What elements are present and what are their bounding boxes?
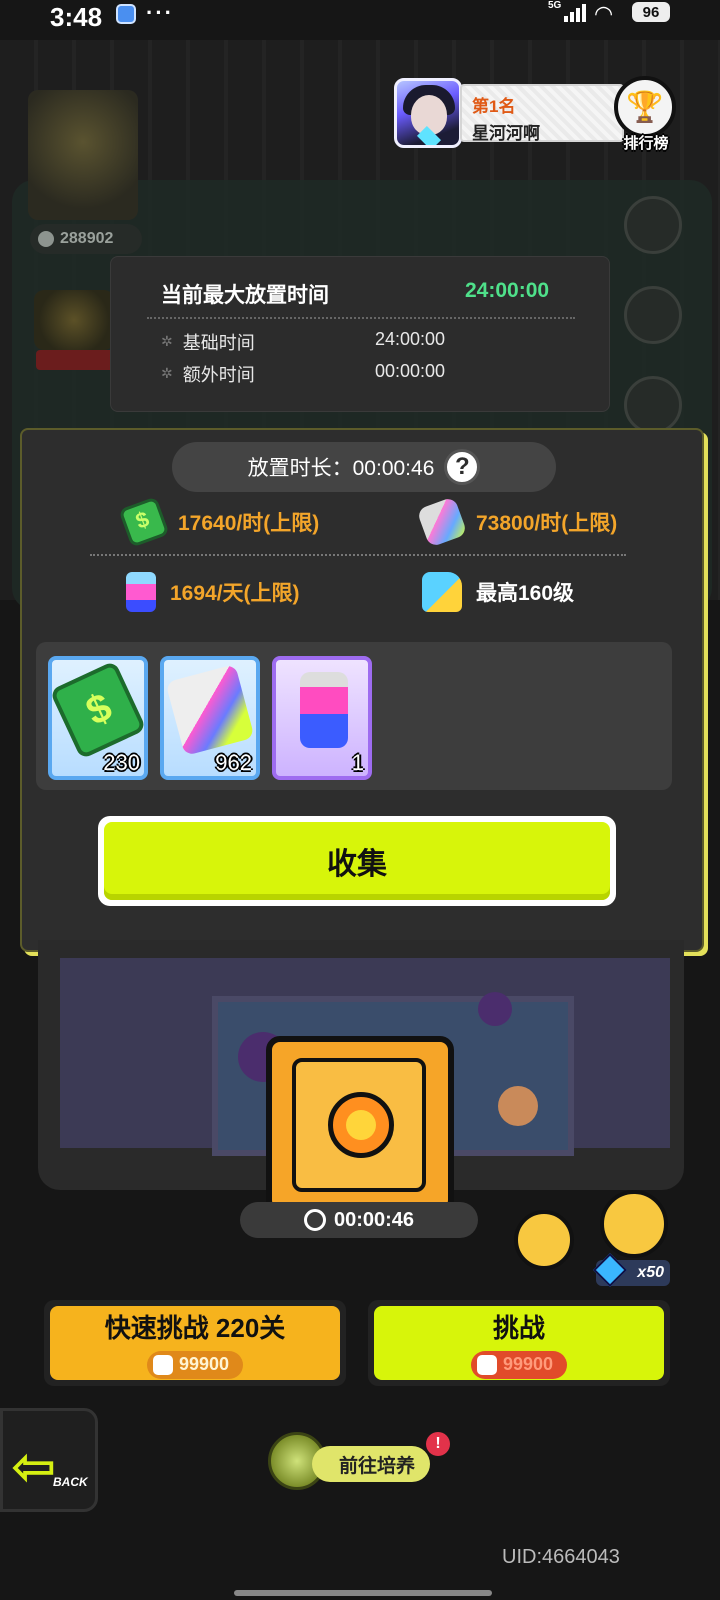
safe-door — [292, 1058, 426, 1192]
paint-rate-row: 73800/时(上限) — [416, 496, 618, 548]
signal-icon — [556, 4, 586, 22]
idle-reward-safe[interactable] — [266, 1036, 454, 1214]
spray-rate-row: 1694/天(上限) — [126, 572, 300, 612]
paint-tube-icon — [416, 496, 468, 548]
go-cultivate-label: 前往培养 — [312, 1446, 430, 1482]
base-time-row: ✲ 基础时间 — [161, 329, 255, 355]
top-player-avatar — [394, 78, 462, 148]
challenge-cost-value: 99900 — [502, 1354, 554, 1374]
fist-icon — [152, 1354, 173, 1375]
item-count: 230 — [103, 750, 140, 775]
reward-item-spray[interactable]: 1 — [272, 656, 372, 780]
help-icon[interactable]: ? — [444, 449, 481, 485]
reward-items-list: 230 962 1 — [36, 642, 672, 790]
level-cap: 最高160级 — [476, 582, 575, 605]
cash-icon — [52, 660, 144, 760]
challenge-button[interactable]: 挑战 99900 — [368, 1300, 670, 1386]
top-player-name: 星河河啊 — [472, 124, 540, 143]
extra-time-label: 额外时间 — [182, 365, 255, 385]
idle-reward-dialog: 放置时长：00:00:46 ? 17640/时(上限) 73800/时(上限) … — [20, 428, 704, 952]
paint-gun-icon — [422, 572, 462, 612]
challenge-face: 挑战 99900 — [374, 1306, 664, 1380]
spray-can-icon — [126, 572, 156, 612]
item-count: 1 — [351, 750, 364, 775]
reward-item-cash[interactable]: 230 — [48, 656, 148, 780]
top-player-card: 第1名 星河河啊 — [460, 84, 624, 143]
paint-tube-icon — [165, 663, 255, 757]
quick-challenge-button[interactable]: 快速挑战 220关 99900 — [44, 1300, 346, 1386]
quick-challenge-cost-value: 99900 — [178, 1354, 230, 1374]
bullet-icon: ✲ — [161, 366, 173, 382]
back-arrow-icon: ⇦ — [11, 1435, 57, 1498]
challenge-label: 挑战 — [492, 1312, 545, 1343]
rank-label: 第1名 — [472, 97, 516, 116]
item-count: 962 — [215, 750, 252, 775]
background-score-value: 288902 — [60, 230, 114, 247]
more-notifications-icon: ··· — [146, 0, 174, 25]
side-menu-icon[interactable] — [624, 286, 682, 344]
extra-time-value: 00:00:00 — [375, 361, 446, 381]
idle-duration-text: 放置时长：00:00:46 — [247, 457, 435, 480]
app-notification-icon — [116, 4, 136, 24]
wifi-icon: ◠ — [594, 2, 614, 27]
rates-divider — [90, 554, 626, 556]
quick-challenge-cost: 99900 — [146, 1350, 244, 1379]
background-score: 288902 — [30, 224, 142, 254]
side-menu-icon[interactable] — [624, 376, 682, 434]
fist-icon — [476, 1354, 497, 1375]
cash-icon — [118, 496, 170, 548]
extra-time-row: ✲ 额外时间 — [161, 361, 255, 387]
leaderboard-label: 排行榜 — [623, 135, 669, 152]
go-cultivate-button[interactable]: 前往培养 ! — [268, 1432, 454, 1490]
bullet-icon: ✲ — [161, 334, 173, 350]
level-cap-row: 最高160级 — [422, 572, 574, 612]
status-time: 3:48 — [50, 2, 103, 32]
idle-timer: 00:00:46 — [240, 1202, 478, 1238]
back-button[interactable]: ⇦ BACK — [0, 1408, 98, 1512]
side-menu-icon[interactable] — [624, 196, 682, 254]
trophy-icon: 🏆 — [614, 76, 676, 138]
collect-button[interactable]: 收集 — [98, 816, 616, 906]
speed-up-clock-icon[interactable] — [514, 1210, 574, 1270]
background-tag — [36, 350, 114, 370]
collect-label: 收集 — [104, 822, 610, 900]
tooltip-divider — [147, 317, 575, 319]
back-label: BACK — [53, 1475, 88, 1489]
base-time-value: 24:00:00 — [375, 329, 446, 349]
idle-duration-pill: 放置时长：00:00:46 ? — [172, 442, 556, 492]
battery-icon: 96 — [632, 2, 670, 22]
background-avatar — [28, 90, 138, 220]
paint-rate: 73800/时(上限) — [476, 512, 618, 535]
ranking-badge[interactable]: 第1名 星河河啊 🏆 排行榜 — [394, 72, 690, 156]
base-time-label: 基础时间 — [182, 333, 255, 353]
status-bar: 3:48 ··· 5G ◠ 96 — [0, 0, 720, 40]
tooltip-title: 当前最大放置时间 — [161, 284, 329, 307]
cash-rate-row: 17640/时(上限) — [118, 496, 320, 548]
timer-icon — [303, 1209, 326, 1231]
reward-item-paint[interactable]: 962 — [160, 656, 260, 780]
background-avatar-secondary — [34, 290, 114, 350]
idle-timer-text: 00:00:46 — [333, 1208, 415, 1231]
gem-speed-up-clock-icon[interactable] — [600, 1190, 668, 1258]
challenge-cost: 99900 — [470, 1350, 568, 1379]
alert-badge: ! — [426, 1432, 450, 1456]
spray-can-icon — [300, 672, 348, 748]
quick-challenge-label: 快速挑战 220关 — [104, 1312, 286, 1343]
max-idle-time-tooltip: 当前最大放置时间 24:00:00 ✲ 基础时间 24:00:00 ✲ 额外时间… — [110, 256, 610, 412]
cash-rate: 17640/时(上限) — [178, 512, 320, 535]
paw-icon — [38, 231, 54, 247]
safe-dial-icon — [328, 1092, 394, 1158]
home-indicator[interactable] — [234, 1590, 492, 1596]
max-idle-time-value: 24:00:00 — [465, 279, 550, 302]
spray-rate: 1694/天(上限) — [170, 582, 300, 605]
leaderboard-button[interactable]: 🏆 排行榜 — [610, 72, 682, 156]
quick-challenge-face: 快速挑战 220关 99900 — [50, 1306, 340, 1380]
user-id: UID:4664043 — [502, 1546, 620, 1568]
